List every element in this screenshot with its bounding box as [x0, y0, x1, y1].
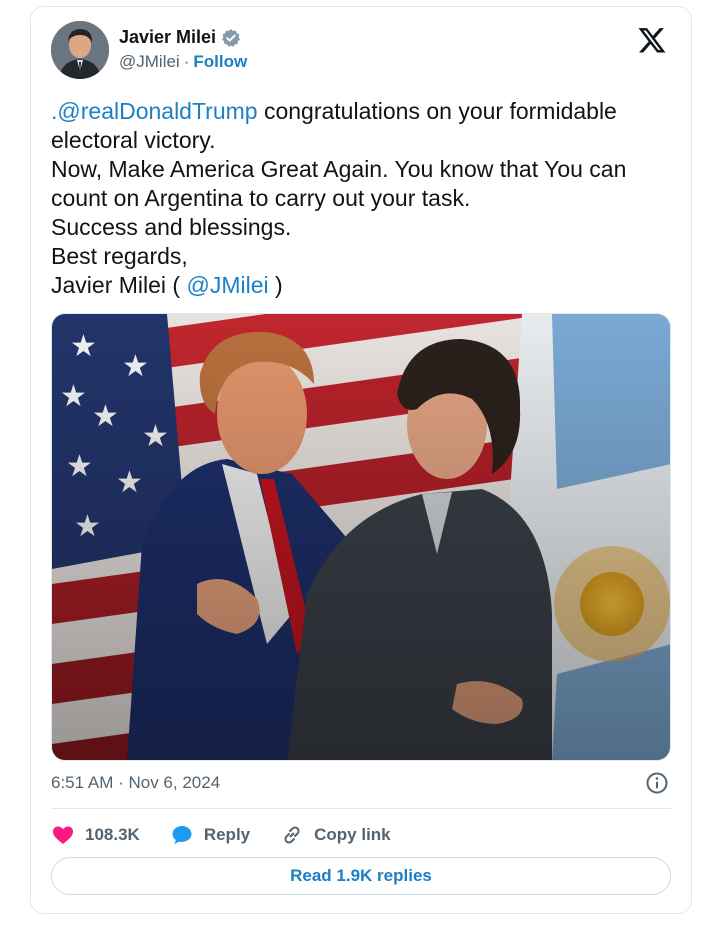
copy-link-button[interactable]: Copy link — [280, 823, 391, 847]
tweet-card: Javier Milei @JMilei · Follow .@realDona… — [30, 6, 692, 914]
handle-separator: · — [183, 52, 190, 71]
divider — [51, 808, 671, 809]
read-replies-button[interactable]: Read 1.9K replies — [51, 857, 671, 895]
mention-link[interactable]: .@realDonaldTrump — [51, 98, 258, 124]
avatar[interactable] — [51, 21, 109, 79]
tweet-line-text: Javier Milei ( — [51, 272, 187, 298]
speech-bubble-icon — [172, 826, 192, 844]
tweet-line: Success and blessings. — [51, 214, 292, 240]
author-display-name[interactable]: Javier Milei — [119, 27, 216, 48]
tweet-line-suffix: ) — [268, 272, 283, 298]
verified-badge-icon — [222, 28, 241, 47]
like-count: 108.3K — [85, 825, 140, 844]
heart-icon — [53, 826, 73, 844]
tweet-photo[interactable]: ★ ★ ★ ★ ★ ★ ★ ★ — [51, 313, 671, 761]
reply-label: Reply — [203, 825, 251, 844]
tweet-line: .@realDonaldTrump congratulations on you… — [51, 97, 671, 126]
tweet-line: count on Argentina to carry out your tas… — [51, 185, 471, 211]
tweet-line-text: congratulations on your formidable — [257, 98, 617, 124]
x-logo-icon[interactable] — [637, 25, 667, 55]
tweet-line: Best regards, — [51, 243, 188, 269]
mention-link[interactable]: @JMilei — [186, 272, 268, 298]
author-handle-row: @JMilei · Follow — [119, 52, 247, 72]
tweet-line: Now, Make America Great Again. You know … — [51, 156, 627, 182]
info-icon[interactable] — [645, 771, 669, 795]
action-bar: 108.3K Reply Copy link — [51, 821, 421, 849]
tweet-line: electoral victory. — [51, 127, 216, 153]
tweet-text: .@realDonaldTrump congratulations on you… — [51, 97, 671, 300]
copy-link-label: Copy link — [314, 825, 391, 844]
tweet-timestamp[interactable]: 6:51 AM · Nov 6, 2024 — [51, 773, 220, 793]
author-name-row[interactable]: Javier Milei — [119, 27, 241, 48]
tweet-line: Javier Milei ( @JMilei ) — [51, 271, 671, 300]
follow-button[interactable]: Follow — [193, 52, 247, 72]
link-icon — [284, 826, 300, 844]
author-handle[interactable]: @JMilei — [119, 52, 180, 72]
like-button[interactable]: 108.3K — [51, 823, 140, 847]
reply-button[interactable]: Reply — [170, 823, 250, 847]
